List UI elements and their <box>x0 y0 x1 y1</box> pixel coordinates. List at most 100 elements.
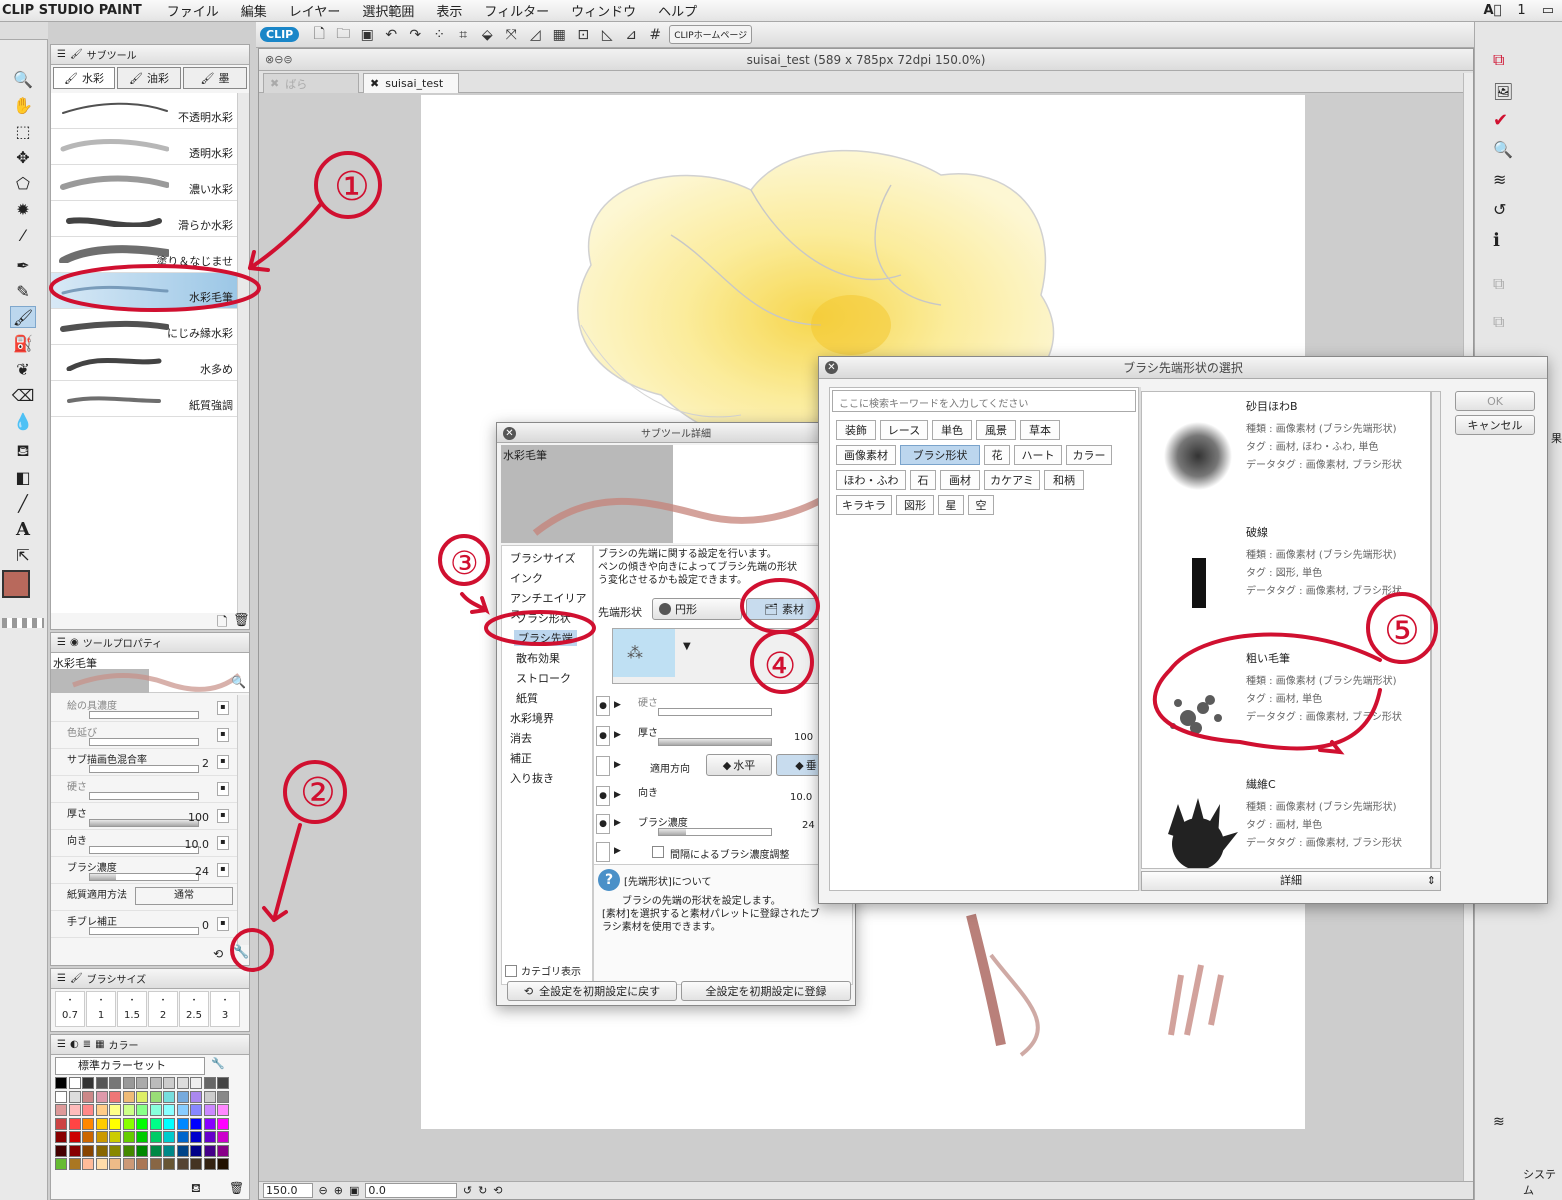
tag-button[interactable]: 花 <box>984 445 1010 465</box>
color-swatch[interactable] <box>190 1158 202 1170</box>
color-swatch[interactable] <box>68 1104 81 1116</box>
color-swatch[interactable] <box>176 1090 189 1103</box>
paper-method-select[interactable]: 通常 <box>135 887 233 905</box>
gradient-tool-icon[interactable]: ◧ <box>10 466 36 488</box>
category-item[interactable]: 補正 <box>510 750 532 766</box>
zoom-field[interactable]: 150.0 <box>263 1183 313 1198</box>
color-swatch[interactable] <box>95 1104 108 1116</box>
zoom-tool-icon[interactable]: 🔍 <box>10 68 36 90</box>
color-swatch[interactable] <box>163 1144 175 1157</box>
hardness-slider[interactable] <box>658 708 772 716</box>
clear-selection-icon[interactable]: ⁘ <box>429 25 449 45</box>
object-tool-icon[interactable]: ⇱ <box>10 544 36 566</box>
color-swatch[interactable] <box>149 1117 162 1130</box>
tag-button[interactable]: 草本 <box>1020 420 1060 440</box>
group-tab-watercolor[interactable]: 🖌 水彩 <box>53 67 115 89</box>
property-slider[interactable] <box>89 846 199 854</box>
property-toggle-icon[interactable]: ▪ <box>217 863 229 877</box>
color-swatch[interactable] <box>176 1144 189 1157</box>
perspective-ruler-icon[interactable]: ◺ <box>597 25 617 45</box>
property-slider[interactable] <box>89 738 199 746</box>
empty-toggle[interactable] <box>596 842 610 862</box>
color-swatch[interactable] <box>55 1117 67 1130</box>
horizontal-button[interactable]: ◆ 水平 <box>706 754 772 776</box>
color-swatch[interactable] <box>163 1090 175 1103</box>
color-swatch[interactable] <box>82 1090 94 1103</box>
category-item[interactable]: 消去 <box>510 730 532 746</box>
color-swatch[interactable] <box>122 1104 135 1116</box>
group-tab-oil[interactable]: 🖌 油彩 <box>117 67 181 89</box>
menu-window[interactable]: ウィンドウ <box>560 1 647 20</box>
tag-button[interactable]: 風景 <box>976 420 1016 440</box>
tag-button[interactable]: キラキラ <box>836 495 892 515</box>
info-icon[interactable]: ℹ <box>1493 230 1500 251</box>
material-scrollbar[interactable] <box>1431 391 1441 869</box>
rotation-field[interactable]: 0.0 <box>365 1183 457 1198</box>
color-swatch[interactable] <box>95 1131 108 1143</box>
window-controls-icon[interactable]: ⊗⊖⊜ <box>265 53 293 66</box>
cancel-button[interactable]: キャンセル <box>1455 415 1535 435</box>
category-item[interactable]: ブラシ先端 <box>514 630 577 646</box>
color-swatch[interactable] <box>55 1077 67 1089</box>
color-swatch[interactable] <box>122 1144 135 1157</box>
brush-item[interactable]: 不透明水彩 <box>51 93 237 129</box>
delete-color-icon[interactable]: 🗑 <box>229 1181 244 1195</box>
register-all-button[interactable]: 全設定を初期設定に登録 <box>681 981 851 1001</box>
color-swatch[interactable] <box>95 1090 108 1103</box>
color-swatch[interactable] <box>109 1077 121 1089</box>
clip-logo[interactable]: CLIP <box>260 27 300 42</box>
pressure-toggle-icon[interactable]: ● <box>596 814 610 834</box>
color-swatch[interactable] <box>68 1090 81 1103</box>
group-tab-ink[interactable]: 🖌 墨 <box>183 67 247 89</box>
homepage-button[interactable]: CLIPホームページ <box>669 25 753 44</box>
brush-size-item[interactable]: • 2.5 <box>179 991 209 1027</box>
brush-density-slider[interactable] <box>658 828 772 836</box>
brush-item[interactable]: 紙質強調 <box>51 381 237 417</box>
tag-button[interactable]: 石 <box>910 470 936 490</box>
magic-wand-icon[interactable]: ✹ <box>10 198 36 220</box>
color-swatch[interactable] <box>203 1090 216 1103</box>
color-swatch[interactable] <box>122 1117 135 1130</box>
menu-selection[interactable]: 選択範囲 <box>351 1 425 20</box>
color-swatch[interactable] <box>136 1144 148 1157</box>
thickness-slider[interactable] <box>658 738 772 746</box>
new-file-icon[interactable]: 🗋 <box>309 25 329 45</box>
tip-dropdown-icon[interactable]: ▼ <box>683 641 691 652</box>
layers-stack-icon[interactable]: ≋ <box>1493 1114 1505 1130</box>
color-swatch[interactable] <box>55 1090 67 1103</box>
redo-icon[interactable]: ↷ <box>405 25 425 45</box>
color-swatch[interactable] <box>95 1144 108 1157</box>
color-swatch[interactable] <box>203 1117 216 1130</box>
navigator-icon[interactable]: ⧉ <box>1493 50 1504 70</box>
open-folder-icon[interactable]: 🗀 <box>333 25 353 45</box>
brush-size-item[interactable]: • 1.5 <box>117 991 147 1027</box>
category-display[interactable]: カテゴリ表示 <box>505 963 581 978</box>
text-tool-icon[interactable]: A <box>10 518 36 540</box>
brush-size-item[interactable]: • 3 <box>210 991 240 1027</box>
tag-button[interactable]: 空 <box>968 495 994 515</box>
color-swatch[interactable] <box>217 1104 229 1116</box>
undo-icon[interactable]: ↶ <box>381 25 401 45</box>
material-item[interactable]: 粗い毛筆 種類 : 画像素材 (ブラシ先端形状) タグ : 画材, 単色 データタグ … <box>1142 644 1430 770</box>
color-slider-tab-icon[interactable]: ≣ <box>83 1039 91 1050</box>
color-swatch[interactable] <box>136 1090 148 1103</box>
tip-material-button[interactable]: 🗂 素材 <box>746 598 822 620</box>
brush-item[interactable]: 水多め <box>51 345 237 381</box>
sub-view-icon[interactable]: 🖼 <box>1493 82 1513 101</box>
tag-button[interactable]: 和柄 <box>1044 470 1084 490</box>
material-2-icon[interactable]: ⧉ <box>1493 312 1504 332</box>
close-icon[interactable]: ✖ <box>270 77 279 90</box>
category-item[interactable]: 水彩境界 <box>510 710 554 726</box>
menu-help[interactable]: ヘルプ <box>647 1 708 20</box>
color-swatch[interactable] <box>82 1131 94 1143</box>
color-swatch[interactable] <box>176 1077 189 1089</box>
tag-button[interactable]: レース <box>880 420 928 440</box>
color-swatch[interactable] <box>217 1158 229 1170</box>
menu-layer[interactable]: レイヤー <box>278 1 352 20</box>
color-swatch[interactable] <box>68 1158 81 1170</box>
color-swatch[interactable] <box>149 1104 162 1116</box>
color-swatch[interactable] <box>203 1144 216 1157</box>
color-swatch[interactable] <box>68 1131 81 1143</box>
color-swatch[interactable] <box>163 1131 175 1143</box>
color-swatch[interactable] <box>190 1131 202 1143</box>
